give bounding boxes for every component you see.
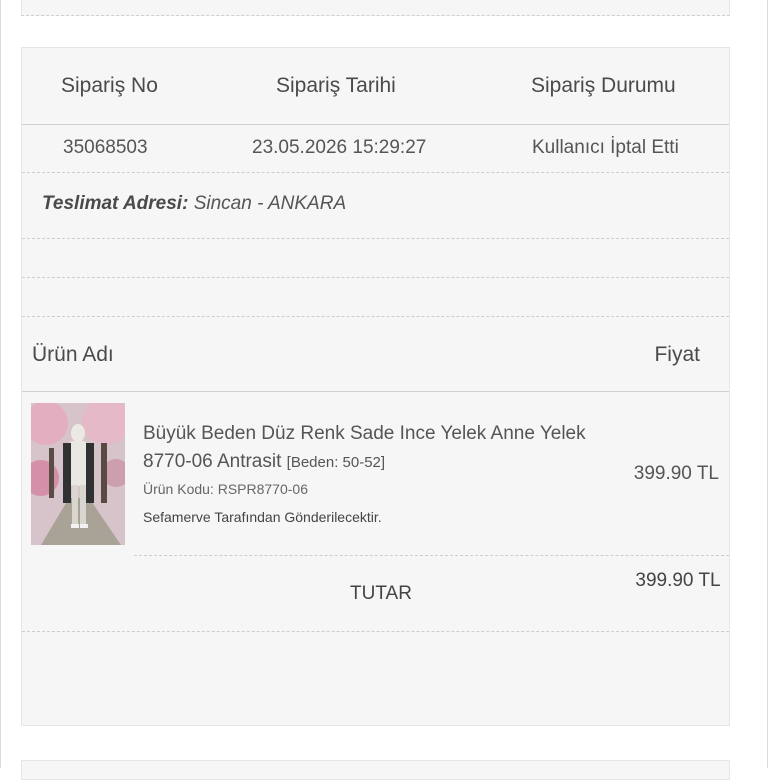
spacer-row-1 [22,238,729,278]
order-status: Kullanıcı İptal Etti [532,137,679,158]
product-image[interactable] [31,403,125,545]
product-photo-illustration [31,403,125,545]
order-card: Sipariş No Sipariş Tarihi Sipariş Durumu… [21,47,730,726]
product-name-header: Ürün Adı [32,343,114,366]
order-header-row: Sipariş No Sipariş Tarihi Sipariş Durumu [22,48,729,125]
product-price-header: Fiyat [654,343,700,366]
order-status-header: Sipariş Durumu [531,74,676,97]
order-date: 23.05.2026 15:29:27 [252,137,427,158]
address-row [22,172,729,239]
previous-card [21,0,730,16]
product-header-row: Ürün Adı Fiyat [22,316,729,392]
spacer-row-2 [22,277,729,317]
product-row [134,391,729,556]
order-no: 35068503 [63,137,148,158]
order-values-row: 35068503 23.05.2026 15:29:27 Kullanıcı İ… [22,125,729,173]
next-card [21,760,730,780]
left-page-edge [0,0,1,768]
total-value: 399.90 TL [635,570,721,591]
order-no-header: Sipariş No [61,74,158,97]
total-label: TUTAR [350,583,412,604]
order-date-header: Sipariş Tarihi [276,74,396,97]
